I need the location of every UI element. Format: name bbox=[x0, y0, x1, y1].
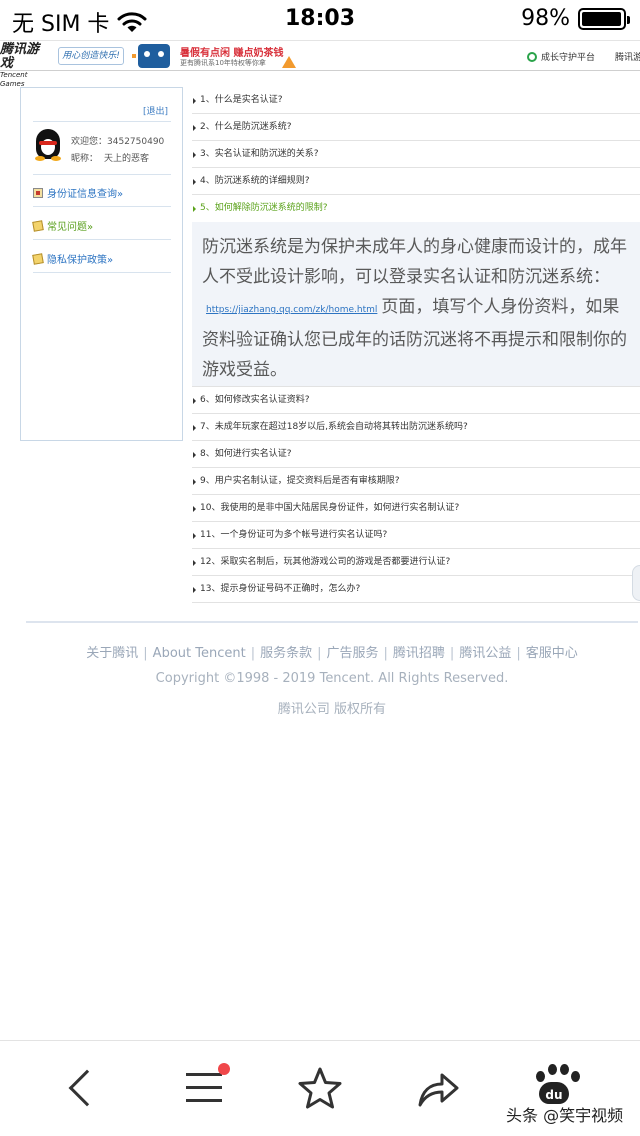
divider bbox=[33, 174, 171, 175]
star-icon bbox=[298, 1067, 342, 1109]
battery-icon bbox=[578, 7, 630, 30]
header-right: 成长守护平台 腾讯游 bbox=[527, 50, 640, 63]
rights-reserved: 腾讯公司 版权所有 bbox=[277, 702, 387, 717]
growth-platform-link[interactable]: 成长守护平台 bbox=[541, 50, 595, 63]
faq-list: 1、什么是实名认证? 2、什么是防沉迷系统? 3、实名认证和防沉迷的关系? 4、… bbox=[192, 87, 640, 603]
penguin-foot bbox=[51, 156, 61, 161]
tencent-games-logo[interactable]: 腾讯游戏 Tencent Games bbox=[0, 42, 50, 89]
paw-toe bbox=[560, 1064, 569, 1075]
faq-item[interactable]: 2、什么是防沉迷系统? bbox=[192, 114, 640, 141]
share-button[interactable] bbox=[406, 1063, 462, 1115]
footer-link-service[interactable]: 客服中心 bbox=[526, 646, 578, 661]
robot-icon bbox=[132, 44, 170, 68]
id-card-icon bbox=[33, 187, 43, 198]
status-right: 98% bbox=[521, 6, 630, 31]
banner-title: 暑假有点闲 赚点奶茶钱 bbox=[180, 48, 284, 59]
back-icon bbox=[68, 1069, 106, 1107]
divider bbox=[33, 121, 171, 122]
menu-icon bbox=[186, 1073, 222, 1076]
paw-pad: du bbox=[539, 1082, 569, 1104]
nickname-label: 昵称： bbox=[71, 154, 99, 164]
user-id: 3452750490 bbox=[107, 137, 165, 147]
divider bbox=[33, 272, 171, 273]
footer-link-about-en[interactable]: About Tencent bbox=[153, 646, 246, 661]
menu-icon-line bbox=[186, 1099, 222, 1102]
logout-link[interactable]: [退出] bbox=[143, 104, 168, 117]
separator: | bbox=[449, 646, 455, 661]
pencil-icon bbox=[32, 252, 44, 265]
growth-icon bbox=[527, 51, 537, 62]
faq-item-active[interactable]: 5、如何解除防沉迷系统的限制? bbox=[192, 195, 640, 222]
faq-item[interactable]: 12、采取实名制后，玩其他游戏公司的游戏是否都要进行认证? bbox=[192, 549, 640, 576]
battery-percent: 98% bbox=[521, 6, 570, 31]
avatar bbox=[33, 129, 63, 161]
footer-divider bbox=[26, 621, 638, 623]
scroll-handle[interactable] bbox=[632, 565, 640, 601]
sidebar-item-privacy[interactable]: 隐私保护政策» bbox=[32, 251, 114, 266]
divider bbox=[33, 239, 171, 240]
paw-toe bbox=[571, 1071, 580, 1082]
separator: | bbox=[516, 646, 521, 661]
copyright: Copyright ©1998 - 2019 Tencent. All Righ… bbox=[155, 671, 509, 686]
share-icon bbox=[418, 1073, 459, 1107]
footer-link-about[interactable]: 关于腾讯 bbox=[86, 646, 138, 661]
bookmark-button[interactable] bbox=[292, 1063, 348, 1115]
footer-links: 关于腾讯 | About Tencent | 服务条款 | 广告服务 | 腾讯招聘 | 腾讯公益 | 客… bbox=[0, 642, 640, 661]
answer-link[interactable]: https://jiazhang.qq.com/zk/home.html bbox=[206, 305, 377, 315]
welcome-label: 欢迎您： bbox=[71, 137, 108, 147]
paw-toe bbox=[548, 1064, 557, 1075]
user-id-row: 欢迎您：3452750490 bbox=[71, 134, 164, 147]
logo-cn: 腾讯游戏 bbox=[0, 42, 40, 71]
user-sidebar: [退出] 欢迎您：3452750490 昵称： 天上的恶客 身份证信息查询» 常见… bbox=[20, 87, 183, 441]
sidebar-item-label: 隐私保护政策» bbox=[47, 255, 114, 266]
separator: | bbox=[383, 646, 388, 661]
footer-link-terms[interactable]: 服务条款 bbox=[260, 646, 312, 661]
tencent-games-link[interactable]: 腾讯游 bbox=[615, 50, 640, 63]
faq-item[interactable]: 4、防沉迷系统的详细规则? bbox=[192, 168, 640, 195]
separator: | bbox=[317, 646, 322, 661]
faq-item[interactable]: 3、实名认证和防沉迷的关系? bbox=[192, 141, 640, 168]
watermark: 头条 @笑宇视频 bbox=[506, 1106, 624, 1125]
footer-link-charity[interactable]: 腾讯公益 bbox=[459, 646, 511, 661]
menu-button[interactable] bbox=[176, 1063, 232, 1115]
sidebar-item-label: 常见问题» bbox=[47, 222, 94, 233]
faq-item[interactable]: 1、什么是实名认证? bbox=[192, 87, 640, 114]
footer-link-jobs[interactable]: 腾讯招聘 bbox=[393, 646, 445, 661]
promo-banner[interactable]: 暑假有点闲 赚点奶茶钱 更有腾讯系10年特权等你拿 bbox=[130, 42, 300, 70]
banner-subtitle: 更有腾讯系10年特权等你拿 bbox=[180, 59, 266, 67]
faq-item[interactable]: 6、如何修改实名认证资料? bbox=[192, 387, 640, 414]
penguin-foot bbox=[35, 156, 45, 161]
faq-item[interactable]: 10、我使用的是非中国大陆居民身份证件，如何进行实名制认证? bbox=[192, 495, 640, 522]
menu-icon-line bbox=[186, 1086, 222, 1089]
divider bbox=[33, 206, 171, 207]
penguin-scarf bbox=[39, 141, 57, 145]
banner-arrow-icon bbox=[282, 56, 296, 68]
sidebar-item-id-query[interactable]: 身份证信息查询» bbox=[33, 185, 123, 200]
slogan-badge: 用心创造快乐! bbox=[58, 47, 124, 65]
paw-toe bbox=[536, 1071, 545, 1082]
site-header: 腾讯游戏 Tencent Games 用心创造快乐! 暑假有点闲 赚点奶茶钱 更… bbox=[0, 40, 640, 89]
faq-item[interactable]: 8、如何进行实名认证? bbox=[192, 441, 640, 468]
faq-answer: 防沉迷系统是为保护未成年人的身心健康而设计的，成年人不受此设计影响，可以登录实名… bbox=[192, 222, 640, 387]
pencil-icon bbox=[32, 219, 44, 232]
battery-fill bbox=[582, 11, 622, 26]
answer-text: 防沉迷系统是为保护未成年人的身心健康而设计的，成年人不受此设计影响，可以登录实名… bbox=[202, 237, 627, 287]
status-bar: 无 SIM 卡 18:03 98% bbox=[0, 0, 640, 40]
sidebar-item-faq[interactable]: 常见问题» bbox=[32, 218, 94, 233]
faq-item[interactable]: 7、未成年玩家在超过18岁以后,系统会自动将其转出防沉迷系统吗? bbox=[192, 414, 640, 441]
sidebar-item-label: 身份证信息查询» bbox=[47, 189, 124, 200]
back-button[interactable] bbox=[54, 1063, 110, 1115]
nickname: 天上的恶客 bbox=[104, 154, 150, 164]
footer-link-ads[interactable]: 广告服务 bbox=[327, 646, 379, 661]
faq-item[interactable]: 9、用户实名制认证，提交资料后是否有审核期限? bbox=[192, 468, 640, 495]
faq-item[interactable]: 11、一个身份证可为多个帐号进行实名认证吗? bbox=[192, 522, 640, 549]
separator: | bbox=[143, 646, 148, 661]
notification-dot bbox=[218, 1063, 230, 1075]
faq-item[interactable]: 13、提示身份证号码不正确时，怎么办? bbox=[192, 576, 640, 603]
nickname-row: 昵称： 天上的恶客 bbox=[71, 151, 149, 164]
separator: | bbox=[250, 646, 256, 661]
